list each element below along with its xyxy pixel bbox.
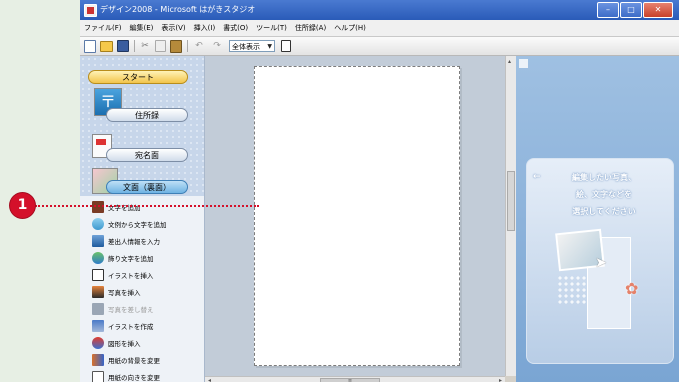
menu-edit[interactable]: 編集(E) [126, 20, 158, 36]
task-label: 用紙の背景を変更 [108, 356, 160, 365]
task-replace-photo[interactable]: 写真を差し替え [80, 300, 204, 317]
vertical-scrollbar[interactable]: ▴ [505, 56, 516, 376]
maximize-button[interactable]: □ [620, 2, 642, 18]
vertical-scroll-thumb[interactable] [507, 171, 515, 231]
minimize-button[interactable]: – [597, 2, 619, 18]
task-label: イラストを挿入 [108, 271, 154, 280]
menu-address-book[interactable]: 住所録(A) [291, 20, 330, 36]
menu-file[interactable]: ファイル(F) [80, 20, 126, 36]
guide-message: ← 編集したい写真、 絵、文字などを 選択してください [533, 169, 669, 220]
zoom-select[interactable]: 全体表示 ▼ [229, 40, 275, 52]
open-icon[interactable] [100, 40, 113, 52]
cursor-icon: ➤ [595, 255, 607, 271]
task-sidebar: スタート 〒 住所録 宛名面 文面（裏面） 文字を追加 文例から文字を追加 差出… [80, 56, 205, 382]
front-side-button[interactable]: 文面（裏面） [106, 180, 188, 194]
task-sender-info[interactable]: 差出人情報を入力 [80, 232, 204, 249]
scroll-left-icon[interactable]: ◂ [208, 377, 211, 382]
menu-format[interactable]: 書式(O) [219, 20, 252, 36]
scroll-right-icon[interactable]: ▸ [499, 377, 502, 382]
copy-icon[interactable] [155, 40, 166, 52]
chevron-down-icon: ▼ [267, 43, 272, 50]
task-insert-illustration[interactable]: イラストを挿入 [80, 266, 204, 283]
toolbar: ✂ ↶ ↷ 全体表示 ▼ [80, 37, 679, 56]
guide-card: ← 編集したい写真、 絵、文字などを 選択してください ➤ ✿ [526, 158, 674, 364]
task-label: 差出人情報を入力 [108, 237, 160, 246]
replace-photo-icon [92, 302, 104, 315]
dots-illustration [557, 275, 587, 305]
flower-icon: ✿ [625, 279, 639, 298]
postcard-page[interactable] [254, 66, 460, 366]
app-window: デザイン2008 - Microsoft はがきスタジオ – □ ✕ ファイル(… [80, 0, 679, 382]
task-label: イラストを作成 [108, 322, 154, 331]
canvas-area [205, 56, 505, 376]
photo-icon [92, 285, 104, 298]
orientation-icon [92, 370, 104, 382]
save-icon[interactable] [117, 40, 129, 52]
task-label: 用紙の向きを変更 [108, 373, 160, 382]
horizontal-scroll-thumb[interactable]: ≡ [320, 378, 380, 382]
panel-icon[interactable] [519, 59, 528, 68]
toolbar-separator [134, 40, 135, 52]
arrow-left-icon: ← [533, 172, 541, 182]
menu-tools[interactable]: ツール(T) [252, 20, 291, 36]
callout-leader-line [35, 205, 259, 207]
create-illustration-icon [92, 319, 104, 332]
task-change-orientation[interactable]: 用紙の向きを変更 [80, 368, 204, 382]
guide-panel: ← 編集したい写真、 絵、文字などを 選択してください ➤ ✿ [516, 56, 679, 382]
horizontal-scrollbar[interactable]: ◂ ≡ ▸ [205, 376, 505, 382]
menu-help[interactable]: ヘルプ(H) [330, 20, 370, 36]
undo-icon[interactable]: ↶ [192, 40, 206, 52]
title-bar: デザイン2008 - Microsoft はがきスタジオ – □ ✕ [80, 0, 679, 20]
new-icon[interactable] [84, 39, 96, 53]
sidebar-nav-area: スタート 〒 住所録 宛名面 文面（裏面） [80, 56, 204, 196]
task-label: 写真を挿入 [108, 288, 141, 297]
task-label: 図形を挿入 [108, 339, 141, 348]
task-change-background[interactable]: 用紙の背景を変更 [80, 351, 204, 368]
task-label: 写真を差し替え [108, 305, 154, 314]
task-insert-shape[interactable]: 図形を挿入 [80, 334, 204, 351]
zoom-value: 全体表示 [232, 43, 260, 51]
task-add-sample-text[interactable]: 文例から文字を追加 [80, 215, 204, 232]
redo-icon[interactable]: ↷ [210, 40, 224, 52]
cut-icon[interactable]: ✂ [139, 40, 151, 52]
recipient-side-button[interactable]: 宛名面 [106, 148, 188, 162]
guide-line-1: 編集したい写真、 [572, 173, 636, 182]
task-list: 文字を追加 文例から文字を追加 差出人情報を入力 飾り文字を追加 イラストを挿入… [80, 198, 204, 382]
task-create-illustration[interactable]: イラストを作成 [80, 317, 204, 334]
paste-icon[interactable] [170, 39, 182, 53]
sender-info-icon [92, 234, 104, 247]
guide-line-2: 絵、文字などを [576, 190, 632, 199]
task-insert-photo[interactable]: 写真を挿入 [80, 283, 204, 300]
sample-text-icon [92, 217, 104, 230]
window-controls: – □ ✕ [596, 2, 673, 18]
page-icon[interactable] [281, 40, 291, 52]
start-button[interactable]: スタート [88, 70, 188, 84]
menu-bar: ファイル(F) 編集(E) 表示(V) 挿入(I) 書式(O) ツール(T) 住… [80, 20, 679, 37]
menu-insert[interactable]: 挿入(I) [190, 20, 220, 36]
scroll-up-icon[interactable]: ▴ [508, 58, 511, 66]
callout-badge: 1 [10, 193, 35, 218]
toolbar-separator [187, 40, 188, 52]
decorative-text-icon [92, 251, 104, 264]
illustration-icon [92, 268, 104, 281]
menu-view[interactable]: 表示(V) [157, 20, 189, 36]
app-icon [84, 4, 97, 17]
background-icon [92, 353, 104, 366]
shape-icon [92, 336, 104, 349]
task-label: 飾り文字を追加 [108, 254, 154, 263]
window-title: デザイン2008 - Microsoft はがきスタジオ [100, 5, 256, 14]
task-decorative-text[interactable]: 飾り文字を追加 [80, 249, 204, 266]
close-button[interactable]: ✕ [643, 2, 673, 18]
guide-line-3: 選択してください [572, 207, 636, 216]
task-label: 文例から文字を追加 [108, 220, 167, 229]
address-book-button[interactable]: 住所録 [106, 108, 188, 122]
